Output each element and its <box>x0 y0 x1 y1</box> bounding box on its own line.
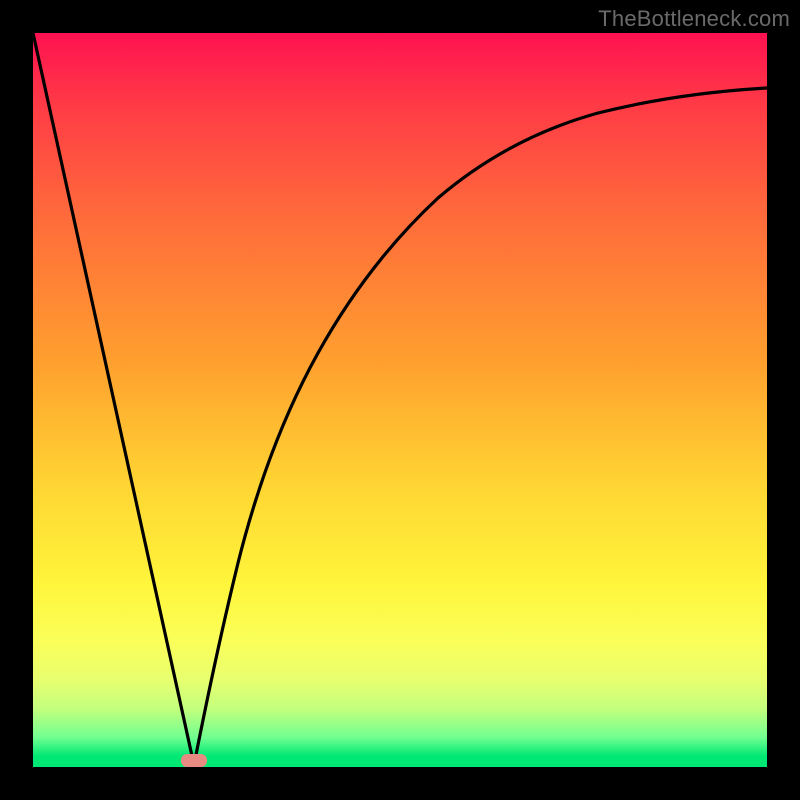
curve-svg <box>33 33 767 767</box>
plot-area <box>33 33 767 767</box>
chart-frame: TheBottleneck.com <box>0 0 800 800</box>
watermark-text: TheBottleneck.com <box>598 6 790 32</box>
left-line <box>33 33 194 765</box>
right-curve <box>194 88 767 765</box>
vertex-marker <box>181 754 207 767</box>
